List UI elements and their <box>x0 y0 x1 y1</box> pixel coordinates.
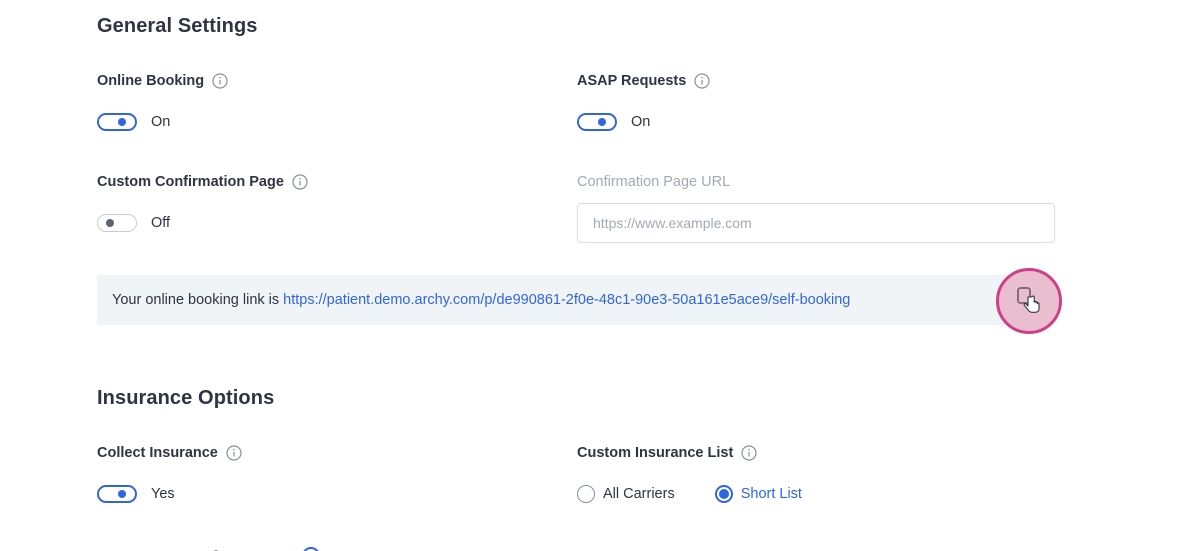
hand-pointer-icon <box>1023 295 1040 313</box>
radio-short-list[interactable]: Short List <box>714 485 802 503</box>
online-booking-label: Online Booking <box>97 73 205 89</box>
custom-confirmation-toggle[interactable] <box>97 214 137 232</box>
online-booking-toggle-row: On <box>97 113 170 131</box>
custom-confirmation-label: Custom Confirmation Page <box>97 174 284 190</box>
online-booking-label-group: Online Booking <box>97 73 228 89</box>
asap-requests-toggle-row: On <box>577 113 650 131</box>
radio-short-list-label: Short List <box>740 486 802 502</box>
booking-link-box: Your online booking link is https://pati… <box>97 275 1015 325</box>
confirmation-url-label: Confirmation Page URL <box>577 174 731 190</box>
custom-confirmation-state: Off <box>151 215 171 231</box>
info-icon[interactable] <box>226 445 242 461</box>
collect-insurance-toggle-row: Yes <box>97 485 175 503</box>
radio-short-list-circle[interactable] <box>714 485 733 503</box>
asap-requests-label: ASAP Requests <box>577 73 687 89</box>
custom-confirmation-toggle-row: Off <box>97 214 170 232</box>
confirmation-url-input[interactable] <box>577 203 1055 243</box>
custom-insurance-list-label-group: Custom Insurance List <box>577 445 757 461</box>
online-booking-toggle[interactable] <box>97 113 137 131</box>
info-icon[interactable] <box>212 73 228 89</box>
booking-link-url[interactable]: https://patient.demo.archy.com/p/de99086… <box>283 292 850 308</box>
info-icon[interactable] <box>741 445 757 461</box>
asap-requests-state: On <box>631 114 651 130</box>
custom-insurance-list-label: Custom Insurance List <box>577 445 734 461</box>
asap-requests-label-group: ASAP Requests <box>577 73 710 89</box>
radio-all-carriers-label: All Carriers <box>603 486 675 502</box>
next-row-cutoff <box>97 544 337 551</box>
radio-all-carriers[interactable]: All Carriers <box>577 485 675 503</box>
copy-icon <box>1017 287 1040 313</box>
insurance-options-title: Insurance Options <box>97 387 275 409</box>
general-settings-title: General Settings <box>97 15 258 37</box>
collect-insurance-toggle[interactable] <box>97 485 137 503</box>
online-booking-state: On <box>151 114 171 130</box>
booking-link-prefix: Your online booking link is <box>112 292 280 308</box>
collect-insurance-state: Yes <box>151 486 175 502</box>
next-row-fragment <box>213 547 319 551</box>
collect-insurance-label-group: Collect Insurance <box>97 445 242 461</box>
collect-insurance-label: Collect Insurance <box>97 445 218 461</box>
info-icon[interactable] <box>292 174 308 190</box>
custom-insurance-radio-group: All Carriers Short List <box>577 485 802 503</box>
copy-link-button[interactable] <box>996 268 1062 334</box>
asap-requests-toggle[interactable] <box>577 113 617 131</box>
radio-all-carriers-circle[interactable] <box>577 485 595 503</box>
custom-confirmation-label-group: Custom Confirmation Page <box>97 174 308 190</box>
info-icon[interactable] <box>694 73 710 89</box>
